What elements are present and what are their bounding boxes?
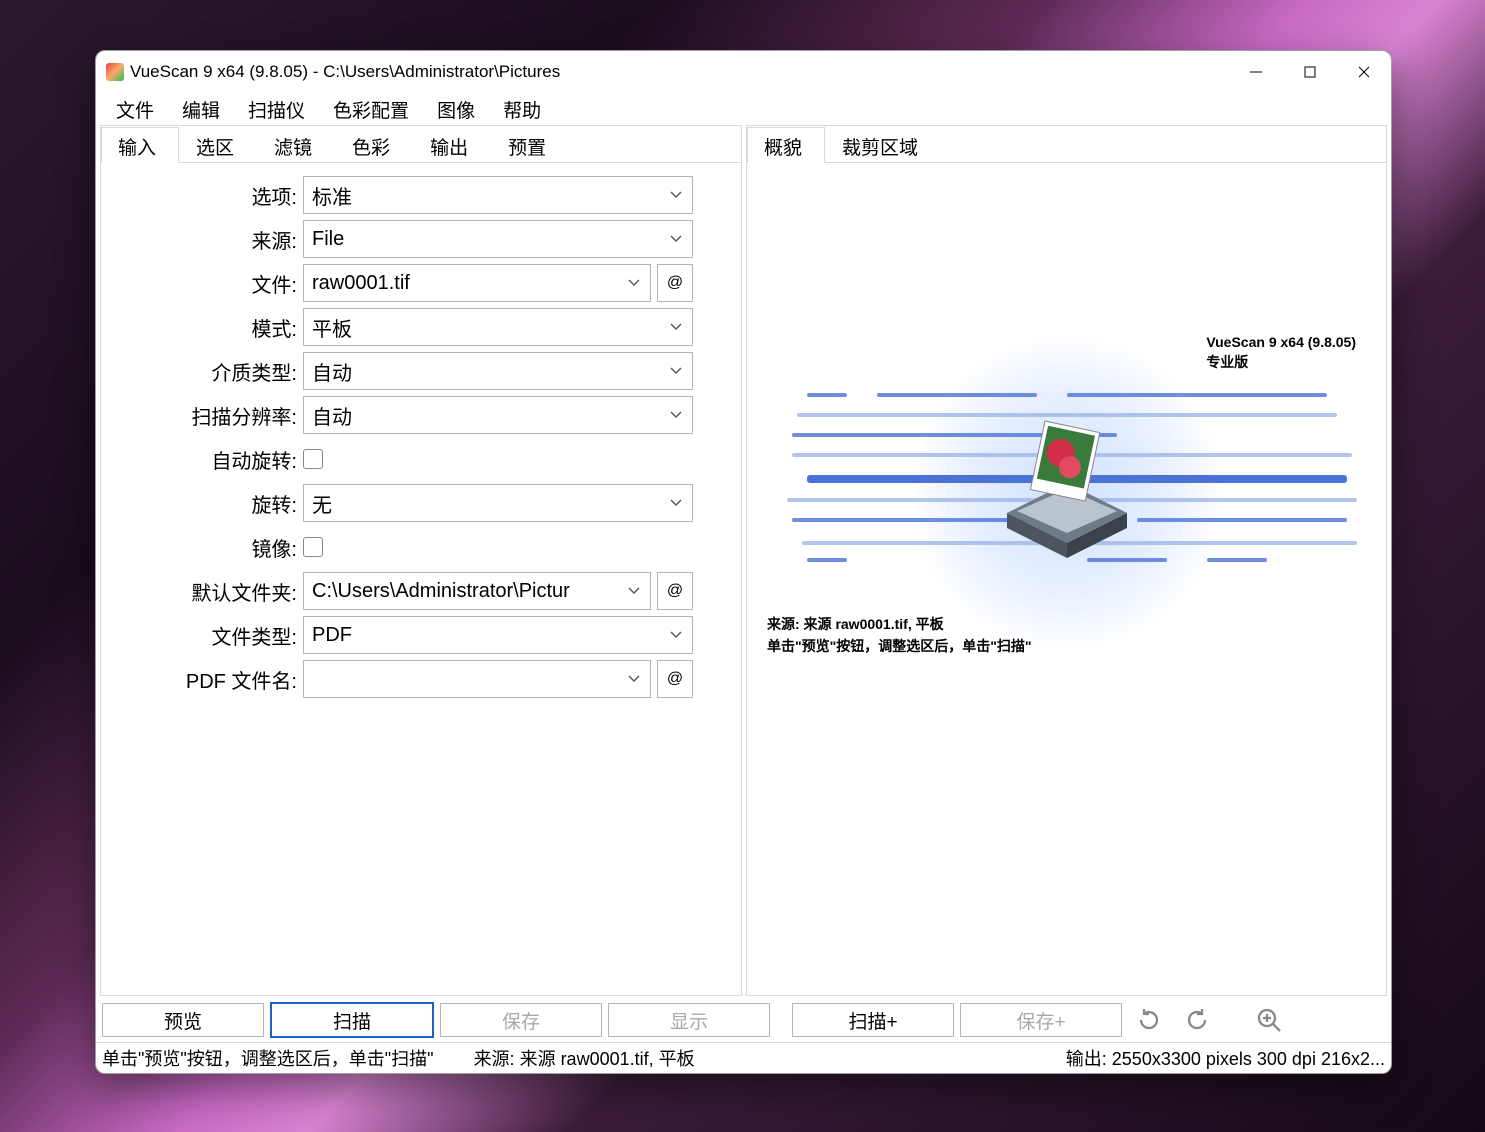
preview-hint-text: 来源: 来源 raw0001.tif, 平板 单击"预览"按钮，调整选区后，单击… (767, 613, 1032, 658)
combo-mode[interactable]: 平板 (303, 308, 693, 346)
combo-folder[interactable]: C:\Users\Administrator\Pictur (303, 572, 651, 610)
titlebar: VueScan 9 x64 (9.8.05) - C:\Users\Admini… (96, 51, 1391, 93)
tab-overview[interactable]: 概貌 (747, 127, 825, 163)
rotate-right-button[interactable] (1176, 1002, 1218, 1038)
scan-plus-button[interactable]: 扫描+ (792, 1003, 954, 1037)
preview-source-line: 来源: 来源 raw0001.tif, 平板 (767, 613, 1032, 635)
app-window: VueScan 9 x64 (9.8.05) - C:\Users\Admini… (95, 50, 1392, 1074)
chevron-down-icon (668, 625, 684, 648)
menu-help[interactable]: 帮助 (489, 92, 555, 127)
combo-source[interactable]: File (303, 220, 693, 258)
combo-options[interactable]: 标准 (303, 176, 693, 214)
label-source: 来源: (109, 225, 303, 254)
status-left: 单击"预览"按钮，调整选区后，单击"扫描" (102, 1045, 434, 1071)
preview-product-text: VueScan 9 x64 (9.8.05) 专业版 (1206, 333, 1356, 372)
label-folder: 默认文件夹: (109, 577, 303, 606)
file-browse-button[interactable]: @ (657, 264, 693, 302)
combo-options-value: 标准 (312, 181, 352, 210)
label-mirror: 镜像: (109, 533, 303, 562)
chevron-down-icon (626, 669, 642, 692)
checkbox-mirror[interactable] (303, 537, 323, 557)
combo-source-value: File (312, 228, 344, 251)
menu-file[interactable]: 文件 (102, 92, 168, 127)
tab-preset[interactable]: 预置 (491, 127, 569, 163)
right-tabs: 概貌 裁剪区域 (747, 126, 1386, 163)
tab-input[interactable]: 输入 (101, 127, 179, 163)
combo-file[interactable]: raw0001.tif (303, 264, 651, 302)
app-icon (106, 63, 124, 81)
show-button[interactable]: 显示 (608, 1003, 770, 1037)
combo-filetype[interactable]: PDF (303, 616, 693, 654)
chevron-down-icon (668, 493, 684, 516)
label-pdfname: PDF 文件名: (109, 665, 303, 694)
combo-rotate-value: 无 (312, 489, 332, 518)
combo-dpi-value: 自动 (312, 401, 352, 430)
checkbox-autorotate[interactable] (303, 449, 323, 469)
label-dpi: 扫描分辨率: (109, 401, 303, 430)
label-filetype: 文件类型: (109, 621, 303, 650)
status-right: 输出: 2550x3300 pixels 300 dpi 216x2... (1066, 1045, 1385, 1071)
combo-filetype-value: PDF (312, 624, 352, 647)
combo-media-value: 自动 (312, 357, 352, 386)
scan-button[interactable]: 扫描 (270, 1002, 434, 1038)
combo-dpi[interactable]: 自动 (303, 396, 693, 434)
combo-mode-value: 平板 (312, 313, 352, 342)
chevron-down-icon (668, 229, 684, 252)
preview-panel: 概貌 裁剪区域 VueScan 9 x64 (9.8.05) 专业版 (746, 125, 1387, 996)
scanner-icon (997, 413, 1137, 573)
save-button[interactable]: 保存 (440, 1003, 602, 1037)
save-plus-button[interactable]: 保存+ (960, 1003, 1122, 1037)
rotate-left-button[interactable] (1128, 1002, 1170, 1038)
status-mid: 来源: 来源 raw0001.tif, 平板 (474, 1045, 695, 1071)
close-button[interactable] (1337, 51, 1391, 93)
folder-browse-button[interactable]: @ (657, 572, 693, 610)
preview-product-line: VueScan 9 x64 (9.8.05) (1206, 333, 1356, 353)
combo-folder-value: C:\Users\Administrator\Pictur (312, 580, 570, 603)
combo-pdfname[interactable] (303, 660, 651, 698)
maximize-button[interactable] (1283, 51, 1337, 93)
preview-edition-line: 专业版 (1206, 353, 1356, 373)
combo-media[interactable]: 自动 (303, 352, 693, 390)
left-tabs: 输入 选区 滤镜 色彩 输出 预置 (101, 126, 741, 163)
chevron-down-icon (668, 185, 684, 208)
options-area: 选项: 标准 来源: File (101, 163, 741, 995)
combo-file-value: raw0001.tif (312, 272, 410, 295)
preview-area: VueScan 9 x64 (9.8.05) 专业版 (747, 163, 1386, 995)
minimize-button[interactable] (1229, 51, 1283, 93)
chevron-down-icon (626, 581, 642, 604)
chevron-down-icon (626, 273, 642, 296)
label-autorotate: 自动旋转: (109, 445, 303, 474)
tab-color[interactable]: 色彩 (335, 127, 413, 163)
tab-crop[interactable]: 选区 (179, 127, 257, 163)
label-media: 介质类型: (109, 357, 303, 386)
zoom-in-button[interactable] (1248, 1002, 1290, 1038)
label-options: 选项: (109, 181, 303, 210)
menubar: 文件 编辑 扫描仪 色彩配置 图像 帮助 (96, 93, 1391, 125)
label-file: 文件: (109, 269, 303, 298)
menu-color[interactable]: 色彩配置 (319, 92, 423, 127)
tab-output[interactable]: 输出 (413, 127, 491, 163)
preview-hint-line: 单击"预览"按钮，调整选区后，单击"扫描" (767, 635, 1032, 657)
tab-filter[interactable]: 滤镜 (257, 127, 335, 163)
action-bar: 预览 扫描 保存 显示 扫描+ 保存+ (96, 998, 1391, 1042)
preview-illustration (767, 383, 1366, 603)
label-mode: 模式: (109, 313, 303, 342)
menu-edit[interactable]: 编辑 (168, 92, 234, 127)
options-panel: 输入 选区 滤镜 色彩 输出 预置 选项: 标准 (100, 125, 742, 996)
status-bar: 单击"预览"按钮，调整选区后，单击"扫描" 来源: 来源 raw0001.tif… (96, 1042, 1391, 1073)
chevron-down-icon (668, 317, 684, 340)
preview-button[interactable]: 预览 (102, 1003, 264, 1037)
window-title: VueScan 9 x64 (9.8.05) - C:\Users\Admini… (130, 62, 560, 82)
menu-scanner[interactable]: 扫描仪 (234, 92, 319, 127)
main-body: 输入 选区 滤镜 色彩 输出 预置 选项: 标准 (96, 125, 1391, 998)
chevron-down-icon (668, 405, 684, 428)
combo-rotate[interactable]: 无 (303, 484, 693, 522)
label-rotate: 旋转: (109, 489, 303, 518)
pdfname-browse-button[interactable]: @ (657, 660, 693, 698)
chevron-down-icon (668, 361, 684, 384)
tab-croparea[interactable]: 裁剪区域 (825, 127, 941, 163)
menu-image[interactable]: 图像 (423, 92, 489, 127)
